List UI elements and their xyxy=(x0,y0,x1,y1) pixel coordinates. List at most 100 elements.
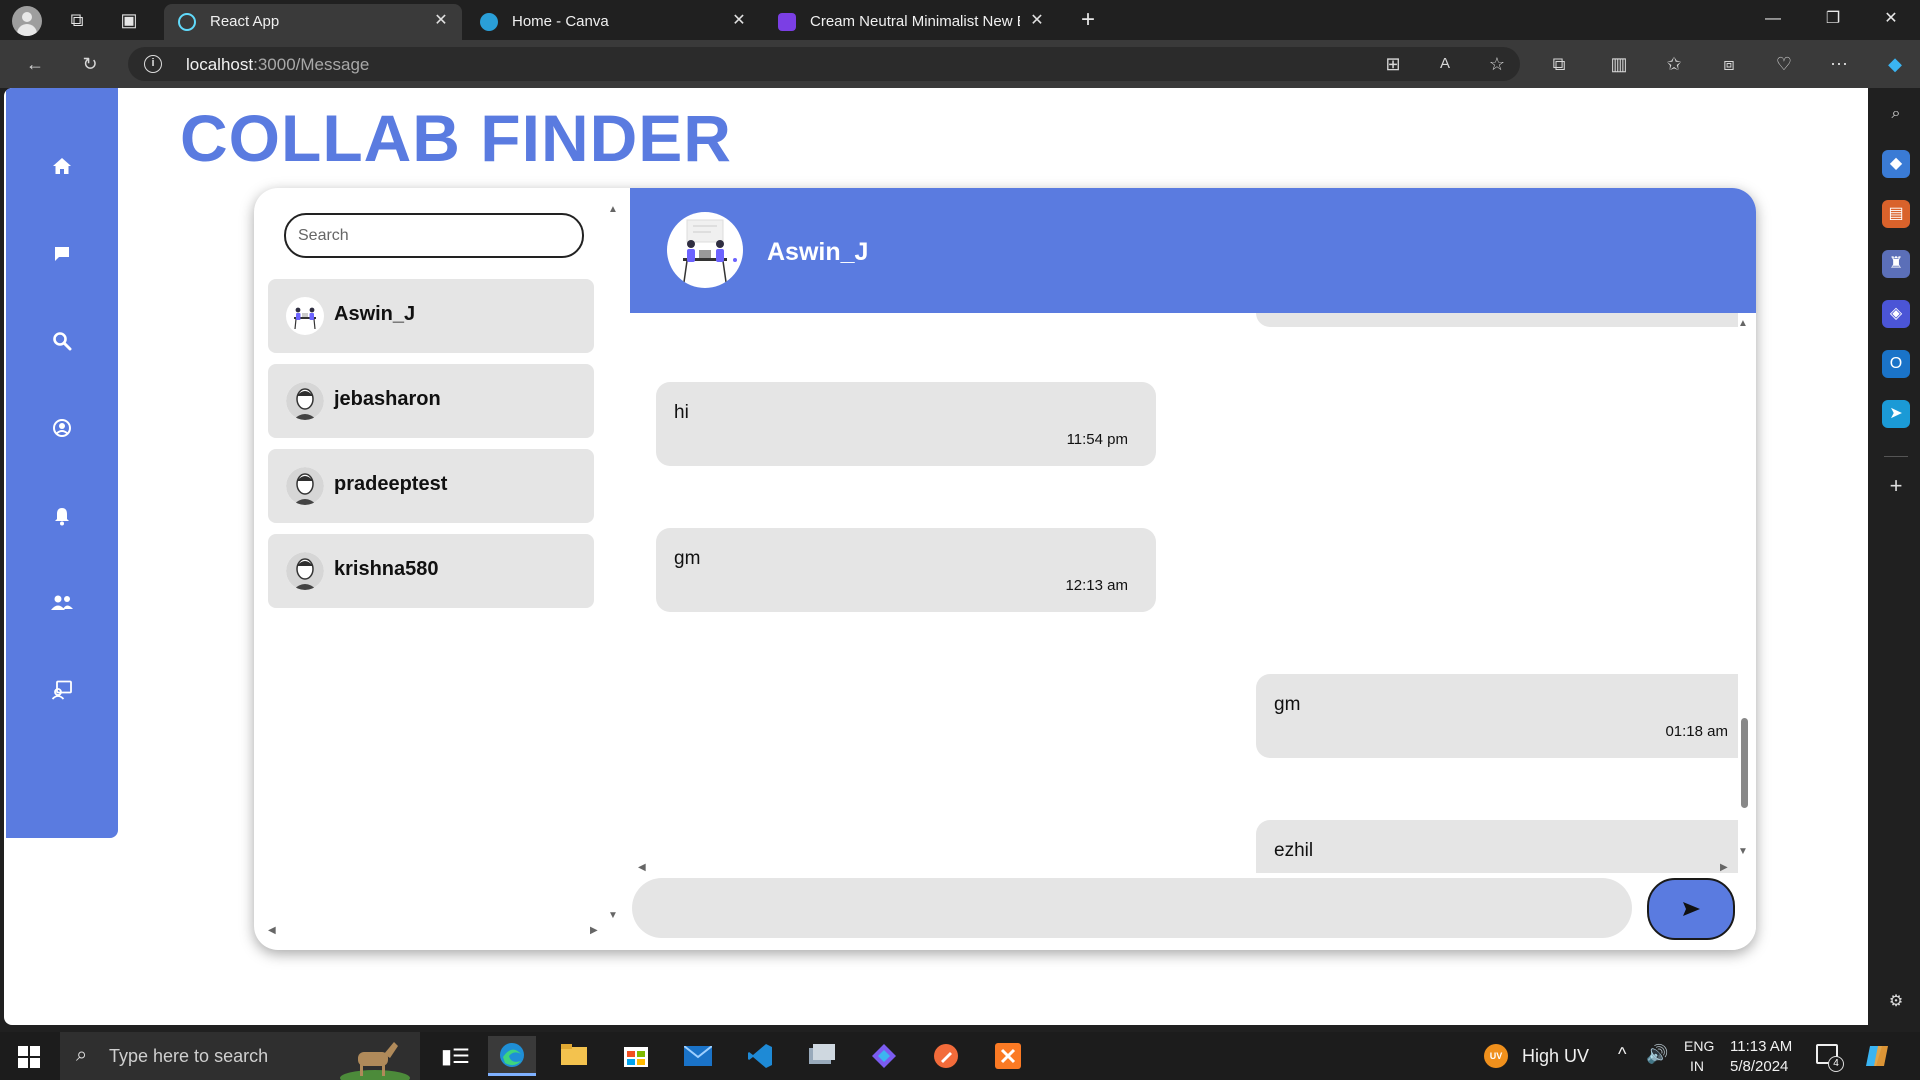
home-icon[interactable] xyxy=(47,151,77,181)
user-item-aswin[interactable]: Aswin_J xyxy=(268,279,594,353)
message-text: gm xyxy=(674,548,701,569)
vscode-icon[interactable] xyxy=(736,1036,784,1076)
copilot-app-icon[interactable] xyxy=(860,1036,908,1076)
scroll-down-arrow[interactable]: ▼ xyxy=(608,910,618,921)
mail-icon[interactable] xyxy=(674,1036,722,1076)
account-icon[interactable] xyxy=(47,413,77,443)
chevron-up-icon[interactable]: ^ xyxy=(1618,1044,1626,1065)
profile-avatar[interactable] xyxy=(12,6,42,36)
weather-text[interactable]: High UV xyxy=(1522,1046,1589,1067)
message-list: hi 11:54 pm gm 12:13 am gm 01:18 am ezhi… xyxy=(630,313,1738,873)
games-icon[interactable]: ♜ xyxy=(1882,250,1910,278)
outlook-icon[interactable]: O xyxy=(1882,350,1910,378)
close-window-button[interactable]: ✕ xyxy=(1868,4,1914,34)
avatar xyxy=(286,467,324,505)
language-line1[interactable]: ENG xyxy=(1684,1038,1714,1054)
new-tab-button[interactable]: + xyxy=(1073,5,1103,35)
more-icon[interactable]: ⋯ xyxy=(1824,49,1854,79)
user-item-jebasharon[interactable]: jebasharon xyxy=(268,364,594,438)
close-icon[interactable]: ✕ xyxy=(1026,10,1048,32)
info-icon[interactable]: i xyxy=(144,55,162,73)
address-bar[interactable]: i localhost:3000/Message ⊞ A ☆ xyxy=(128,47,1520,81)
search-input[interactable] xyxy=(284,213,584,258)
language-line2[interactable]: IN xyxy=(1690,1058,1704,1074)
favorite-star-icon[interactable]: ☆ xyxy=(1482,49,1512,79)
search-placeholder: Type here to search xyxy=(109,1046,269,1066)
tab-react-app[interactable]: React App ✕ xyxy=(164,4,462,40)
message-input[interactable] xyxy=(632,878,1632,938)
user-name: jebasharon xyxy=(334,388,441,410)
message-bubble: hi 11:54 pm xyxy=(656,382,1156,466)
volume-icon[interactable]: 🔊 xyxy=(1646,1044,1668,1065)
tab-canva-design[interactable]: Cream Neutral Minimalist New B ✕ xyxy=(764,4,1058,40)
page-viewport: COLLAB FINDER A xyxy=(4,88,1868,1025)
close-icon[interactable]: ✕ xyxy=(728,10,750,32)
canva-design-icon xyxy=(778,13,796,31)
xampp-icon[interactable] xyxy=(984,1036,1032,1076)
horizontal-scrollbar[interactable]: ◀ ▶ xyxy=(268,925,608,936)
scroll-down-arrow[interactable]: ▼ xyxy=(1738,846,1748,857)
user-item-krishna580[interactable]: krishna580 xyxy=(268,534,594,608)
message-bubble: gm 01:18 am xyxy=(1256,674,1738,758)
copilot-icon[interactable]: ◆ xyxy=(1880,49,1910,79)
scroll-right-arrow[interactable]: ▶ xyxy=(1720,862,1728,873)
add-icon[interactable]: + xyxy=(1882,472,1910,500)
canva-icon xyxy=(480,13,498,31)
extensions-icon[interactable]: ⧉ xyxy=(1544,49,1574,79)
message-text: hi xyxy=(674,402,689,423)
taskbar: ⌕ Type here to search ▮☰ UV High UV ^ 🔊 … xyxy=(0,1032,1920,1080)
send-button[interactable] xyxy=(1647,878,1735,940)
message-bubble xyxy=(1256,313,1738,327)
clock-time[interactable]: 11:13 AM xyxy=(1730,1038,1792,1055)
scroll-left-arrow[interactable]: ◀ xyxy=(638,862,646,873)
group-icon[interactable] xyxy=(47,588,77,618)
search-icon[interactable]: ⌕ xyxy=(1882,100,1910,128)
restore-button[interactable]: ❐ xyxy=(1810,4,1856,34)
favorites-icon[interactable]: ✩ xyxy=(1659,49,1689,79)
search-icon: ⌕ xyxy=(76,1044,88,1066)
bell-icon[interactable] xyxy=(47,501,77,531)
minimize-button[interactable]: — xyxy=(1750,4,1796,34)
user-item-pradeeptest[interactable]: pradeeptest xyxy=(268,449,594,523)
scroll-up-arrow[interactable]: ▲ xyxy=(1738,318,1748,329)
collections-icon[interactable]: ⧈ xyxy=(1714,49,1744,79)
copilot-sidebar-icon[interactable]: ◈ xyxy=(1882,300,1910,328)
store-icon[interactable] xyxy=(612,1036,660,1076)
postman-icon[interactable] xyxy=(922,1036,970,1076)
tab-canva[interactable]: Home - Canva ✕ xyxy=(466,4,760,40)
chat-icon[interactable] xyxy=(47,239,77,269)
clock-date[interactable]: 5/8/2024 xyxy=(1730,1058,1788,1075)
photos-icon[interactable] xyxy=(798,1036,846,1076)
file-explorer-icon[interactable] xyxy=(550,1036,598,1076)
tab-actions-icon[interactable]: ▣ xyxy=(114,5,144,35)
back-arrow-icon[interactable]: ← xyxy=(20,49,50,79)
split-screen-icon[interactable]: ▥ xyxy=(1604,49,1634,79)
send-icon[interactable]: ➤ xyxy=(1882,400,1910,428)
chat-header: Aswin_J xyxy=(630,188,1756,313)
read-aloud-icon[interactable]: A xyxy=(1430,49,1460,79)
workspaces-icon[interactable]: ⧉ xyxy=(62,5,92,35)
task-view-icon[interactable]: ▮☰ xyxy=(427,1036,475,1076)
performance-icon[interactable]: ♡ xyxy=(1769,49,1799,79)
windows-start-icon[interactable] xyxy=(18,1046,40,1068)
message-bubble: gm 12:13 am xyxy=(656,528,1156,612)
shopping-icon[interactable]: ◆ xyxy=(1882,150,1910,178)
search-icon[interactable] xyxy=(47,326,77,356)
app-available-icon[interactable]: ⊞ xyxy=(1378,49,1408,79)
message-time: 01:18 am xyxy=(1665,723,1728,740)
taskbar-search[interactable]: ⌕ Type here to search xyxy=(60,1032,420,1080)
close-icon[interactable]: ✕ xyxy=(430,10,452,32)
settings-icon[interactable]: ⚙ xyxy=(1882,988,1910,1016)
edge-sidebar: ⌕ ◆ ▤ ♜ ◈ O ➤ + ⚙ xyxy=(1872,88,1920,1025)
tools-icon[interactable]: ▤ xyxy=(1882,200,1910,228)
react-icon xyxy=(178,13,196,31)
contact-icon[interactable] xyxy=(47,675,77,705)
edge-app-icon[interactable] xyxy=(488,1036,536,1076)
message-scrollbar-thumb[interactable] xyxy=(1741,718,1748,808)
copilot-tray-icon[interactable] xyxy=(1864,1042,1892,1070)
refresh-icon[interactable]: ↻ xyxy=(75,49,105,79)
uv-badge[interactable]: UV xyxy=(1484,1044,1508,1068)
send-icon xyxy=(1683,902,1700,916)
scroll-up-arrow[interactable]: ▲ xyxy=(608,204,618,215)
avatar xyxy=(286,297,324,335)
